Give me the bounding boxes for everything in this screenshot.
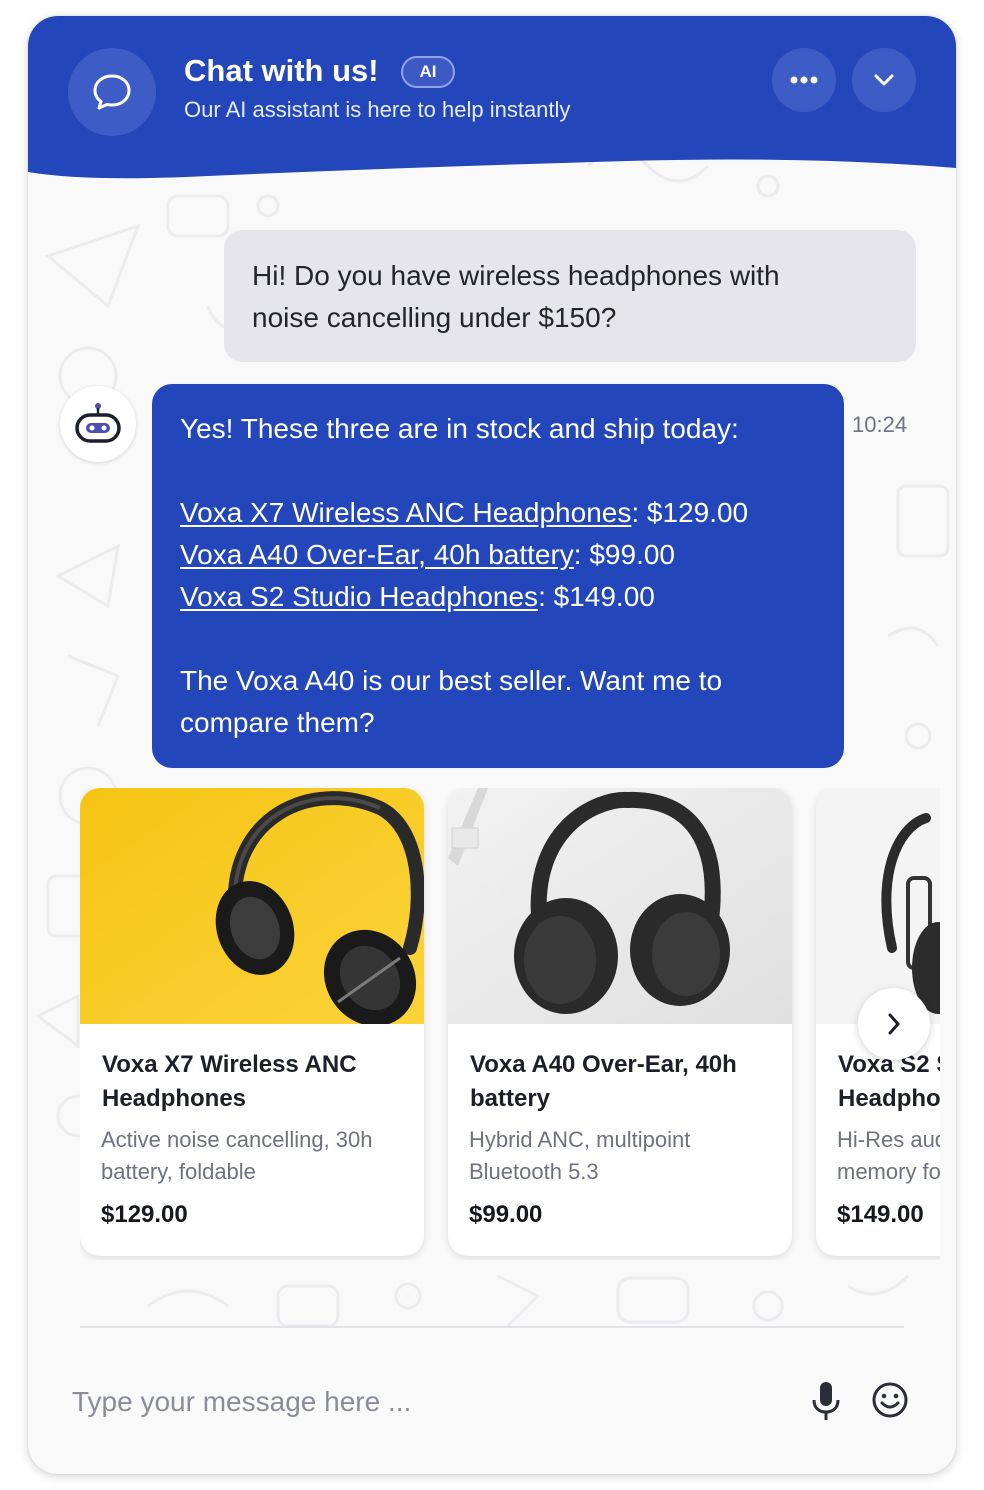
emoji-button[interactable] [870,1380,910,1420]
bot-message-outro-line: compare them? [180,707,375,738]
product-title-line: battery [470,1085,551,1112]
product-link-price: : $129.00 [631,497,749,528]
product-description-line: Active noise cancelling, 30h [101,1127,373,1152]
robot-icon [75,403,121,443]
product-link-price: : $149.00 [538,581,655,612]
message-timestamp: 10:24 [852,412,908,437]
headphones-on-white-image [448,788,792,1024]
product-card-x7[interactable]: Voxa X7 Wireless ANC Headphones Active n… [80,788,424,1256]
product-description: Hybrid ANC, multipoint Bluetooth 5.3 [469,1124,774,1188]
product-title-line: Voxa X7 Wireless ANC [102,1051,357,1078]
product-price: $99.00 [469,1201,543,1228]
product-link-row: Voxa A40 Over-Ear, 40h battery: $99.00 [180,534,816,576]
product-image [80,788,424,1024]
product-title: Voxa X7 Wireless ANC Headphones [102,1048,407,1116]
bot-message-outro-line: The Voxa A40 is our best seller. Want me… [180,665,723,696]
product-description-line: memory foam [837,1159,940,1184]
emoji-icon [872,1382,908,1418]
product-link-row: Voxa X7 Wireless ANC Headphones: $129.00 [180,492,816,534]
product-link-s2[interactable]: Voxa S2 Studio Headphones [180,581,538,612]
microphone-icon [812,1382,840,1420]
product-price: $149.00 [837,1201,924,1228]
product-title-line: Voxa A40 Over-Ear, 40h [470,1051,737,1078]
user-message-line: noise cancelling under $150? [252,302,617,333]
microphone-button[interactable] [806,1380,846,1424]
product-link-row: Voxa S2 Studio Headphones: $149.00 [180,576,816,618]
chat-avatar [68,48,156,136]
more-dots-icon [790,76,818,84]
product-image [816,788,940,1024]
carousel-next-button[interactable] [858,988,930,1060]
product-description-line: Bluetooth 5.3 [469,1159,599,1184]
chat-widget: Chat with us! AI Our AI assistant is her… [28,16,956,1474]
product-description: Active noise cancelling, 30h battery, fo… [101,1124,406,1188]
user-message-line: Hi! Do you have wireless headphones with [252,260,780,291]
composer-divider [80,1326,904,1328]
product-title: Voxa A40 Over-Ear, 40h battery [470,1048,775,1116]
bot-message: Yes! These three are in stock and ship t… [152,384,844,768]
message-input[interactable] [72,1378,772,1426]
headphones-side-image [816,788,940,1024]
headphones-on-yellow-image [80,788,424,1024]
more-options-button[interactable] [772,48,836,112]
product-image [448,788,792,1024]
product-description-line: battery, foldable [101,1159,256,1184]
product-card-a40[interactable]: Voxa A40 Over-Ear, 40h battery Hybrid AN… [448,788,792,1256]
chevron-down-icon [874,74,894,86]
product-title-line: Headphones [102,1085,247,1112]
product-link-a40[interactable]: Voxa A40 Over-Ear, 40h battery [180,539,574,570]
product-description: Hi-Res audio, memory memory foam [837,1124,940,1188]
product-link-price: : $99.00 [573,539,675,570]
collapse-chat-button[interactable] [852,48,916,112]
product-link-x7[interactable]: Voxa X7 Wireless ANC Headphones [180,497,631,528]
product-title-line: Headphones [838,1085,940,1112]
user-message: Hi! Do you have wireless headphones with… [224,230,916,362]
chevron-right-icon [888,1013,900,1035]
product-description-line: Hi-Res audio, memory [837,1127,940,1152]
header-title: Chat with us! [184,53,379,88]
message-composer [72,1374,912,1430]
product-carousel: Voxa X7 Wireless ANC Headphones Active n… [80,788,940,1260]
bot-message-intro: Yes! These three are in stock and ship t… [180,413,739,444]
ai-badge: AI [401,56,455,88]
product-price: $129.00 [101,1201,188,1228]
chat-bubble-icon [93,74,131,110]
bot-avatar [60,386,136,462]
product-description-line: Hybrid ANC, multipoint [469,1127,691,1152]
header-subtitle: Our AI assistant is here to help instant… [184,97,571,122]
